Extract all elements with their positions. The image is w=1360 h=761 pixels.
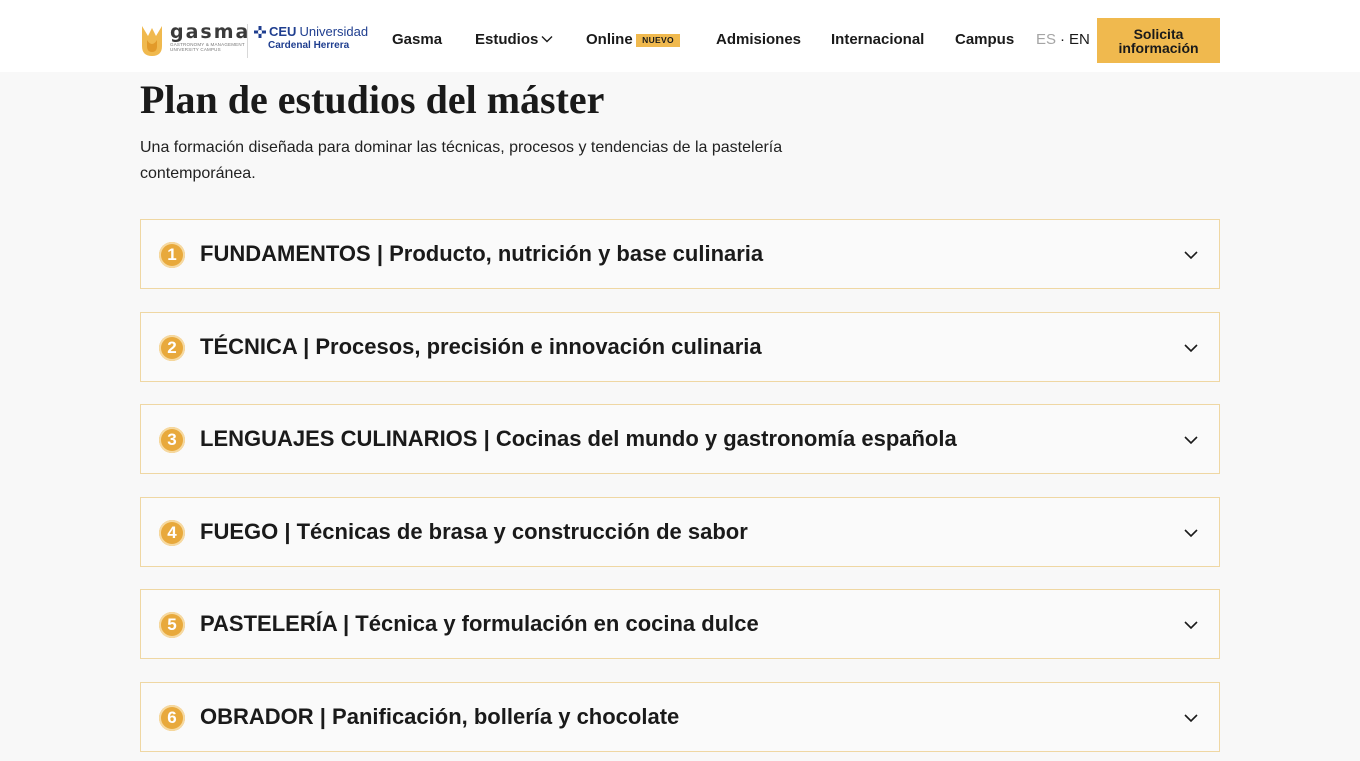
chevron-down-icon	[1183, 710, 1199, 726]
module-number-badge: 2	[159, 335, 185, 361]
module-accordion-item[interactable]: 1 FUNDAMENTOS | Producto, nutrición y ba…	[140, 219, 1220, 289]
chevron-down-icon	[1183, 525, 1199, 541]
nuevo-badge: NUEVO	[636, 34, 680, 47]
module-title: OBRADOR | Panificación, bollería y choco…	[200, 704, 680, 729]
gasma-logo[interactable]: gasma Gastronomy & Management University…	[140, 22, 248, 58]
request-info-line2: información	[1118, 39, 1199, 56]
module-number-badge: 3	[159, 427, 185, 453]
chevron-down-icon	[541, 30, 553, 48]
ceu-name: Universidad	[299, 24, 369, 39]
ceu-subname: Cardenal Herrera	[268, 40, 350, 51]
ceu-acronym: CEU	[269, 24, 297, 39]
module-number-badge: 1	[159, 242, 185, 268]
request-info-button[interactable]: Solicita información	[1097, 18, 1220, 63]
module-accordion-item[interactable]: 6 OBRADOR | Panificación, bollería y cho…	[140, 682, 1220, 752]
module-accordion-item[interactable]: 3 LENGUAJES CULINARIOS | Cocinas del mun…	[140, 404, 1220, 474]
module-accordion-item[interactable]: 5 PASTELERÍA | Técnica y formulación en …	[140, 589, 1220, 659]
module-title: TÉCNICA | Procesos, precisión e innovaci…	[200, 334, 762, 359]
gasma-tagline-2: University Campus	[170, 47, 221, 52]
module-title: LENGUAJES CULINARIOS | Cocinas del mundo…	[200, 426, 957, 451]
nav-estudios-label: Estudios	[475, 31, 539, 48]
language-switcher: ES · EN	[1036, 31, 1090, 49]
page-title: Plan de estudios del máster	[140, 77, 605, 122]
chevron-down-icon	[1183, 340, 1199, 356]
gasma-wordmark: gasma	[170, 21, 251, 43]
logo-divider	[247, 24, 248, 58]
page-subtitle: Una formación diseñada para dominar las …	[140, 139, 783, 182]
module-title: PASTELERÍA | Técnica y formulación en co…	[200, 611, 759, 636]
nav-campus[interactable]: Campus	[955, 31, 1014, 49]
nav-estudios[interactable]: Estudios	[475, 31, 553, 49]
request-info-label: Solicita información	[1118, 27, 1198, 55]
module-accordion-item[interactable]: 4 FUEGO | Técnicas de brasa y construcci…	[140, 497, 1220, 567]
lang-es-link[interactable]: ES	[1036, 31, 1056, 48]
module-title: FUEGO | Técnicas de brasa y construcción…	[200, 519, 748, 544]
lang-en-link[interactable]: EN	[1069, 31, 1090, 48]
gasma-logo-icon	[140, 22, 164, 58]
module-number-badge: 6	[159, 705, 185, 731]
chevron-down-icon	[1183, 247, 1199, 263]
nav-admisiones[interactable]: Admisiones	[716, 31, 801, 49]
module-number-badge: 5	[159, 612, 185, 638]
ceu-cross-icon	[254, 26, 266, 38]
lang-separator: ·	[1060, 31, 1066, 48]
ceu-logo[interactable]: CEU Universidad Cardenal Herrera	[254, 24, 369, 55]
site-header: gasma Gastronomy & Management University…	[0, 0, 1360, 72]
nav-internacional[interactable]: Internacional	[831, 31, 924, 49]
nav-gasma[interactable]: Gasma	[392, 31, 442, 49]
module-number-badge: 4	[159, 520, 185, 546]
chevron-down-icon	[1183, 617, 1199, 633]
chevron-down-icon	[1183, 432, 1199, 448]
module-accordion-item[interactable]: 2 TÉCNICA | Procesos, precisión e innova…	[140, 312, 1220, 382]
nav-online[interactable]: Online	[586, 31, 633, 49]
module-title: FUNDAMENTOS | Producto, nutrición y base…	[200, 241, 764, 266]
